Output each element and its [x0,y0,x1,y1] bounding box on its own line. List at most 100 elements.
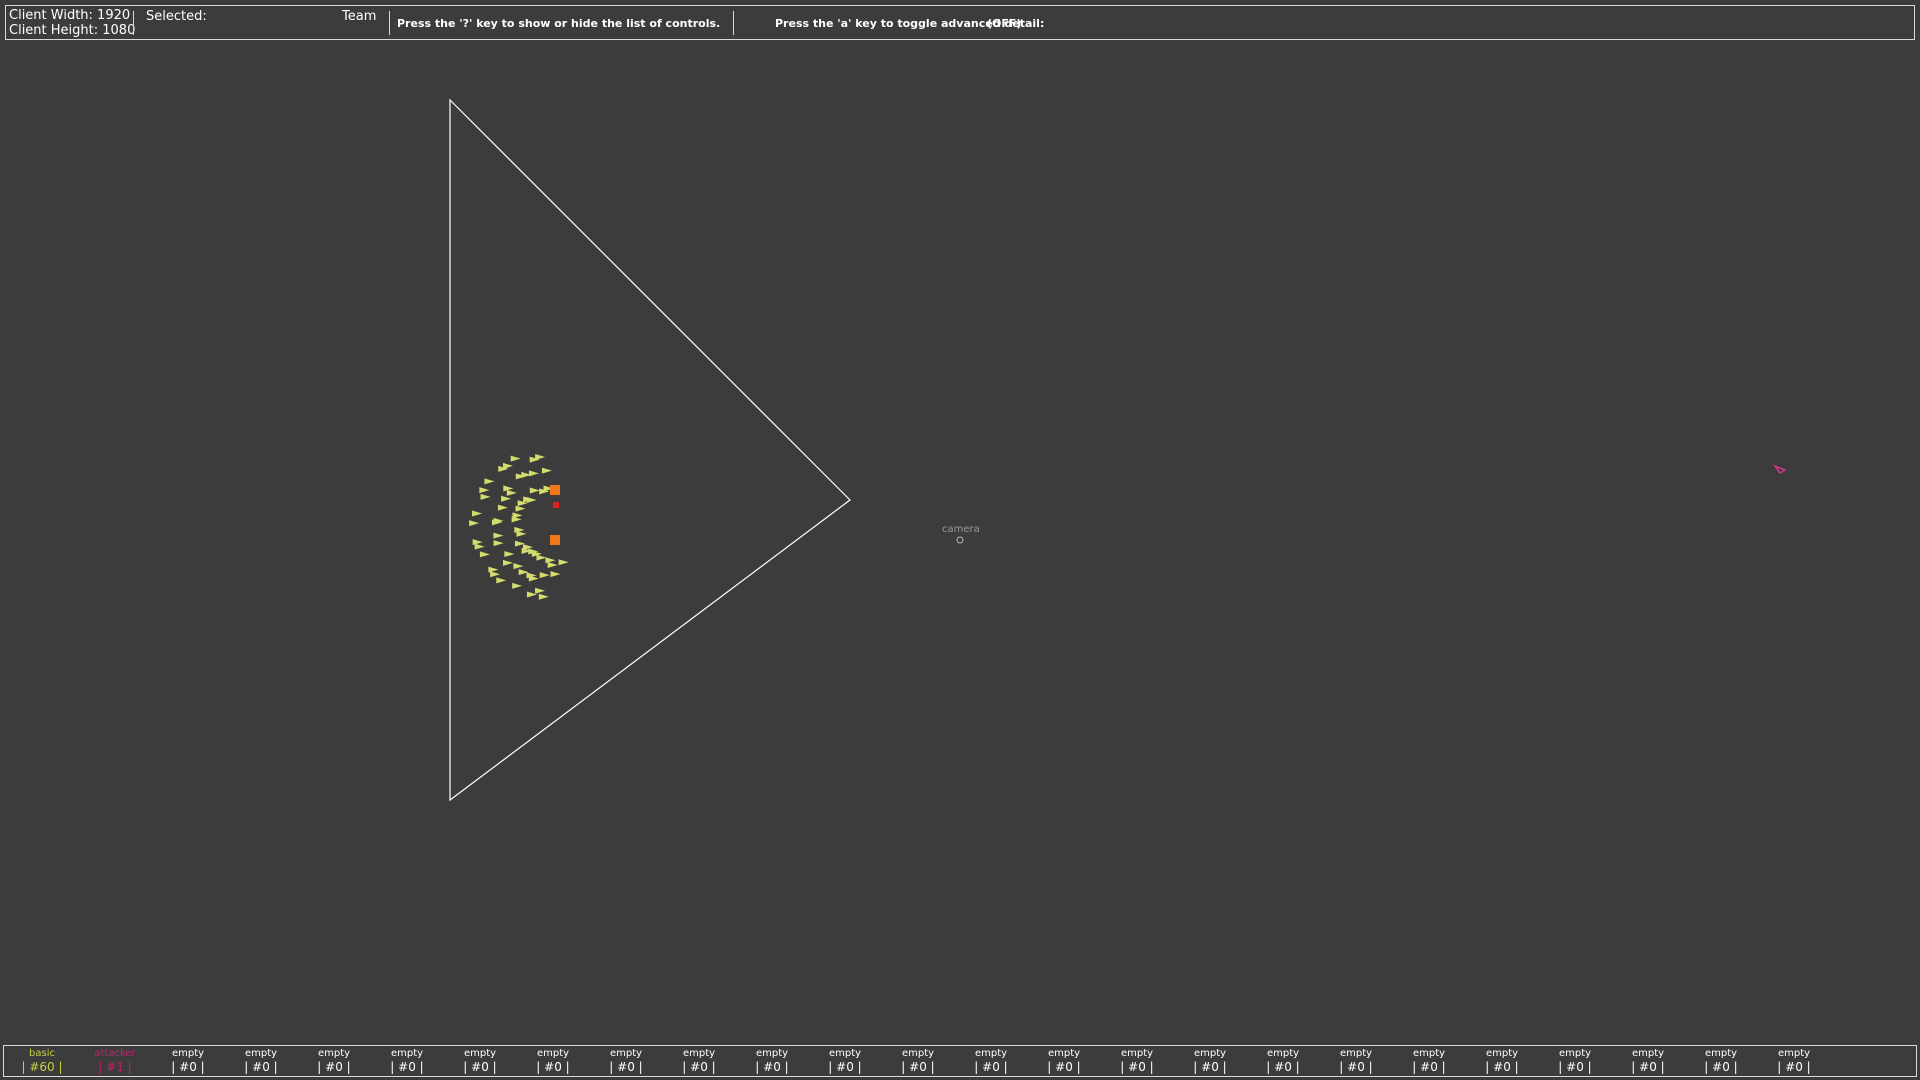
squad-slot-empty[interactable]: empty | #0 | [304,1048,364,1074]
orange-marker[interactable] [550,485,560,495]
squad-slot-name: empty [1412,1048,1446,1059]
basic-unit[interactable] [504,551,515,558]
selected-label: Selected: [146,9,207,24]
squad-slot-count: | #0 | [317,1060,351,1074]
basic-unit[interactable] [545,557,556,564]
basic-unit[interactable] [501,495,512,502]
squad-slot-empty[interactable]: empty | #0 | [815,1048,875,1074]
squad-slot-name: empty [463,1048,497,1059]
squad-slot-name: empty [536,1048,570,1059]
basic-unit[interactable] [512,582,523,589]
camera-label: camera [942,524,980,535]
basic-unit[interactable] [472,510,483,517]
squad-slot-empty[interactable]: empty | #0 | [1107,1048,1167,1074]
game-scene[interactable] [0,0,1920,1080]
squad-slot-empty[interactable]: empty | #0 | [596,1048,656,1074]
squad-slot-empty[interactable]: empty | #0 | [377,1048,437,1074]
basic-unit[interactable] [536,554,547,561]
basic-unit[interactable] [497,504,508,511]
squad-slot-empty[interactable]: empty | #0 | [231,1048,291,1074]
basic-unit[interactable] [510,455,521,462]
squad-slot-name: empty [171,1048,205,1059]
squad-slot-name: empty [1193,1048,1227,1059]
basic-unit[interactable] [469,520,480,527]
squad-slot-name: basic [29,1048,55,1059]
basic-unit[interactable] [506,489,517,496]
basic-unit[interactable] [535,587,546,594]
basic-unit-swarm[interactable] [469,454,569,600]
squad-slot-empty[interactable]: empty | #0 | [669,1048,729,1074]
formation-triangle [449,98,851,802]
squad-slot-name: empty [901,1048,935,1059]
hud-divider [133,11,134,35]
basic-unit[interactable] [474,543,485,550]
basic-unit[interactable] [493,540,504,547]
basic-unit[interactable] [528,470,539,477]
squad-slot-count: | #0 | [1412,1060,1446,1074]
basic-unit[interactable] [541,467,552,474]
basic-unit[interactable] [502,559,513,566]
squad-slot-count: | #0 | [1631,1060,1665,1074]
squad-slot-empty[interactable]: empty | #0 | [1326,1048,1386,1074]
squad-slot-name: empty [244,1048,278,1059]
basic-unit[interactable] [488,566,499,573]
basic-unit[interactable] [511,516,522,523]
squad-slot-name: empty [1631,1048,1665,1059]
basic-unit[interactable] [515,505,526,512]
squad-slot-empty[interactable]: empty | #0 | [888,1048,948,1074]
basic-unit[interactable] [513,563,524,570]
squad-slot-count: | #0 | [390,1060,424,1074]
squad-slot-name: empty [1047,1048,1081,1059]
squad-bar: basic | #60 | attacker | #1 | empty | #0 | emp… [3,1045,1917,1077]
squad-slot-name: empty [828,1048,862,1059]
squad-slot-name: empty [1339,1048,1373,1059]
squad-slot-empty[interactable]: empty | #0 | [1253,1048,1313,1074]
squad-slot-empty[interactable]: empty | #0 | [1764,1048,1824,1074]
red-marker[interactable] [553,502,559,508]
squad-slot-name: empty [609,1048,643,1059]
squad-slot-attacker[interactable]: attacker | #1 | [85,1048,145,1074]
squad-slot-empty[interactable]: empty | #0 | [450,1048,510,1074]
squad-slot-count: | #0 | [682,1060,716,1074]
squad-slot-empty[interactable]: empty | #0 | [1472,1048,1532,1074]
squad-slot-empty[interactable]: empty | #0 | [1180,1048,1240,1074]
squad-slot-count: | #0 | [1558,1060,1592,1074]
squad-slot-count: | #0 | [901,1060,935,1074]
squad-slot-empty[interactable]: empty | #0 | [1034,1048,1094,1074]
squad-slot-empty[interactable]: empty | #0 | [158,1048,218,1074]
squad-slot-empty[interactable]: empty | #0 | [523,1048,583,1074]
basic-unit[interactable] [479,487,490,494]
basic-unit[interactable] [558,559,569,566]
squad-slot-empty[interactable]: empty | #0 | [1691,1048,1751,1074]
squad-slot-empty[interactable]: empty | #0 | [1399,1048,1459,1074]
squad-slot-empty[interactable]: empty | #0 | [961,1048,1021,1074]
squad-slot-name: empty [1485,1048,1519,1059]
basic-unit[interactable] [539,572,550,579]
basic-unit[interactable] [496,577,507,584]
squad-slot-empty[interactable]: empty | #0 | [1545,1048,1605,1074]
basic-unit[interactable] [529,487,540,494]
squad-slot-count: | #60 | [21,1060,63,1074]
basic-unit[interactable] [493,532,504,539]
top-hud: Client Width: 1920 Client Height: 1080 S… [5,5,1915,40]
squad-slot-empty[interactable]: empty | #0 | [1618,1048,1678,1074]
basic-unit[interactable] [550,571,561,578]
basic-unit[interactable] [490,571,501,578]
squad-slot-basic[interactable]: basic | #60 | [12,1048,72,1074]
squad-slot-name: empty [755,1048,789,1059]
squad-slot-empty[interactable]: empty | #0 | [742,1048,802,1074]
basic-unit[interactable] [472,539,483,546]
basic-unit[interactable] [480,493,491,500]
basic-unit[interactable] [479,551,490,558]
basic-unit[interactable] [516,530,527,537]
basic-unit[interactable] [538,593,549,600]
attacker-unit[interactable] [1772,464,1787,474]
squad-slot-count: | #0 | [1485,1060,1519,1074]
basic-unit[interactable] [484,478,495,485]
orange-marker[interactable] [550,535,560,545]
basic-unit[interactable] [528,575,539,582]
squad-slot-name: empty [1704,1048,1738,1059]
squad-slot-count: | #0 | [755,1060,789,1074]
squad-slot-name: empty [1120,1048,1154,1059]
basic-unit[interactable] [547,562,558,569]
